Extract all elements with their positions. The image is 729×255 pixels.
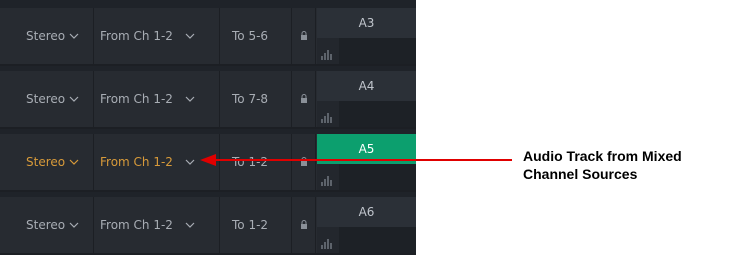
format-dropdown[interactable]: Stereo [16,8,94,64]
audio-meter-icon [321,176,332,186]
chevron-down-icon [69,158,79,166]
audio-meter-icon [321,50,332,60]
track-meter-area [317,38,416,64]
meter-track [339,164,416,190]
track-header[interactable]: A5 [317,134,416,190]
lock-icon[interactable] [292,134,316,190]
destination-label: To 1-2 [232,155,269,169]
callout-line-1: Audio Track from Mixed [523,148,682,164]
track-name: A3 [358,16,375,30]
track-name: A6 [358,205,375,219]
source-dropdown[interactable]: From Ch 1-2 [94,197,220,253]
track-row: Stereo From Ch 1-2 To 5-6 A3 [0,8,416,66]
meter-track [339,101,416,127]
format-dropdown[interactable]: Stereo [16,134,94,190]
lock-icon[interactable] [292,71,316,127]
callout-line-2: Channel Sources [523,166,638,182]
destination-label: To 7-8 [232,92,269,106]
format-label: Stereo [26,29,66,43]
format-dropdown[interactable]: Stereo [16,197,94,253]
track-row-active: Stereo From Ch 1-2 To 1-2 A5 [0,134,416,192]
destination-selector[interactable]: To 7-8 [220,71,292,127]
destination-selector[interactable]: To 1-2 [220,197,292,253]
source-dropdown[interactable]: From Ch 1-2 [94,8,220,64]
source-label: From Ch 1-2 [100,155,173,169]
format-label: Stereo [26,155,66,169]
format-label: Stereo [26,92,66,106]
chevron-down-icon [185,221,195,229]
track-meter-area [317,227,416,253]
callout-annotation: Audio Track from Mixed Channel Sources [523,147,729,183]
destination-selector[interactable]: To 1-2 [220,134,292,190]
destination-selector[interactable]: To 5-6 [220,8,292,64]
destination-label: To 5-6 [232,29,269,43]
chevron-down-icon [185,95,195,103]
audio-meter-icon [321,113,332,123]
track-header[interactable]: A3 [317,8,416,64]
chevron-down-icon [69,221,79,229]
track-name: A4 [358,79,375,93]
source-dropdown[interactable]: From Ch 1-2 [94,134,220,190]
track-name: A5 [317,134,416,164]
destination-label: To 1-2 [232,218,269,232]
source-dropdown[interactable]: From Ch 1-2 [94,71,220,127]
track-row: Stereo From Ch 1-2 To 1-2 A6 [0,197,416,255]
format-label: Stereo [26,218,66,232]
source-label: From Ch 1-2 [100,218,173,232]
chevron-down-icon [185,32,195,40]
track-meter-area [317,101,416,127]
track-header[interactable]: A4 [317,71,416,127]
format-dropdown[interactable]: Stereo [16,71,94,127]
chevron-down-icon [69,95,79,103]
meter-track [339,227,416,253]
track-meter-area [317,164,416,190]
source-label: From Ch 1-2 [100,29,173,43]
lock-icon[interactable] [292,197,316,253]
source-label: From Ch 1-2 [100,92,173,106]
chevron-down-icon [69,32,79,40]
lock-icon[interactable] [292,8,316,64]
track-header[interactable]: A6 [317,197,416,253]
audio-routing-panel: Stereo From Ch 1-2 To 5-6 A3 Stereo From [0,0,416,255]
audio-meter-icon [321,239,332,249]
chevron-down-icon [185,158,195,166]
track-row: Stereo From Ch 1-2 To 7-8 A4 [0,71,416,129]
meter-track [339,38,416,64]
